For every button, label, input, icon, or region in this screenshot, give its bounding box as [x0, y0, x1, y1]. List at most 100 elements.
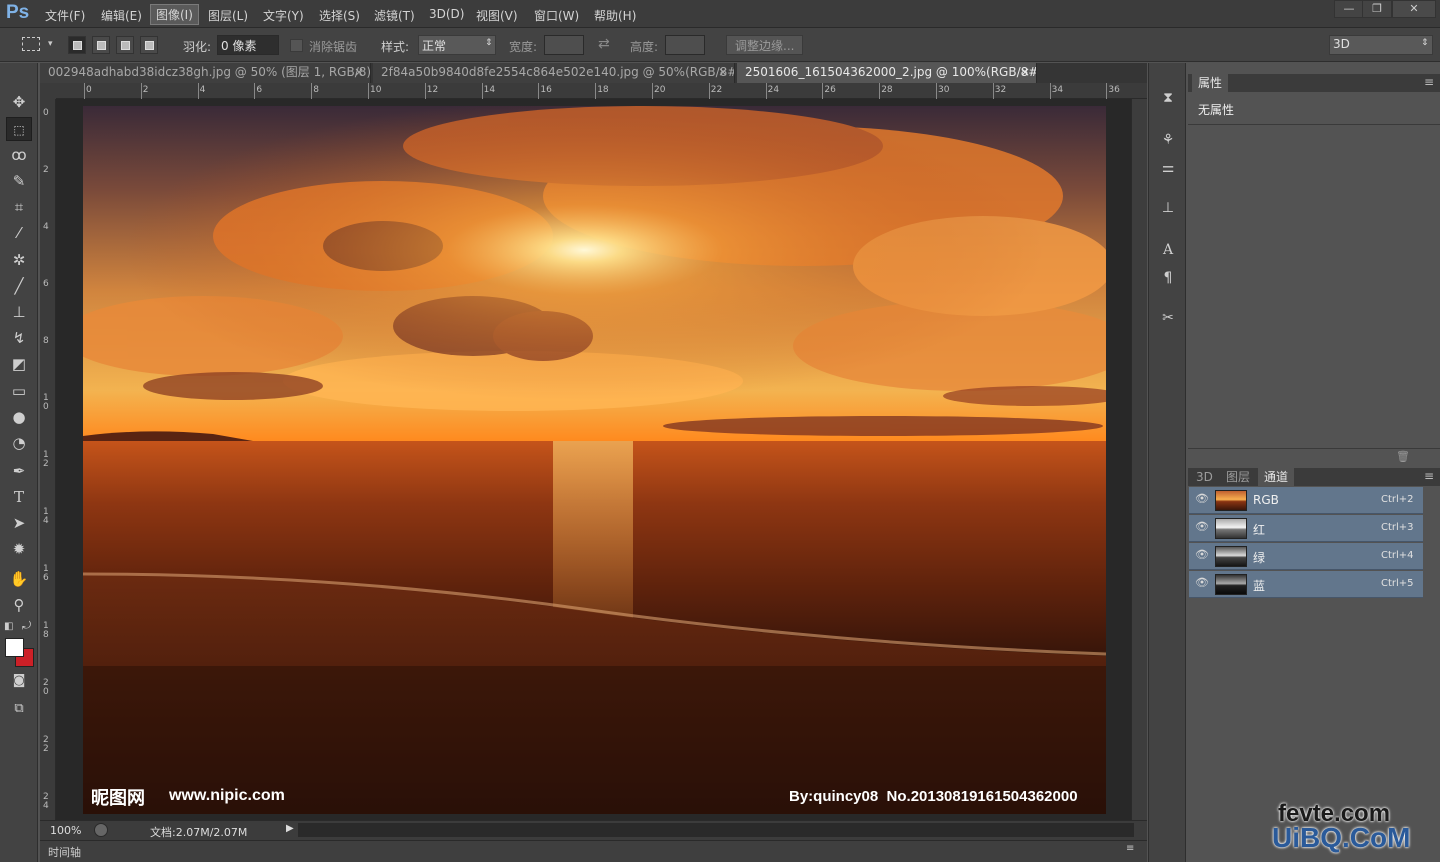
- paragraph-panel-icon[interactable]: ¶: [1157, 267, 1179, 289]
- timeline-tab[interactable]: 时间轴: [48, 844, 81, 860]
- history-brush-tool-icon[interactable]: ↯: [6, 326, 32, 350]
- clone-stamp-tool-icon[interactable]: ⊥: [6, 300, 32, 324]
- vertical-ruler[interactable]: 0 2 4 6 8 10 12 14 16 18 20 22 24: [40, 99, 56, 820]
- close-tab-icon[interactable]: ×: [1020, 63, 1030, 82]
- swap-icon[interactable]: ⇄: [598, 36, 610, 52]
- tab-3d[interactable]: 3D: [1190, 468, 1219, 486]
- path-selection-tool-icon[interactable]: ➤: [6, 511, 32, 535]
- vertical-scrollbar[interactable]: [1131, 99, 1147, 820]
- channel-thumbnail: [1215, 574, 1247, 595]
- add-to-selection-icon[interactable]: [92, 36, 110, 54]
- brush-presets-icon[interactable]: ⚘: [1157, 129, 1179, 151]
- tab-layers[interactable]: 图层: [1220, 468, 1256, 486]
- lasso-tool-icon[interactable]: ꝏ: [6, 143, 32, 167]
- brush-tool-icon[interactable]: ╱: [6, 274, 32, 298]
- chevron-down-icon[interactable]: ▾: [48, 39, 53, 49]
- channel-row-green[interactable]: 👁 绿 Ctrl+4: [1189, 543, 1423, 570]
- character-panel-icon[interactable]: A: [1157, 239, 1179, 261]
- channel-row-blue[interactable]: 👁 蓝 Ctrl+5: [1189, 571, 1423, 598]
- default-colors-icon[interactable]: ◧: [4, 621, 13, 632]
- visibility-eye-icon[interactable]: 👁: [1195, 492, 1209, 505]
- close-tab-icon[interactable]: ×: [718, 63, 728, 82]
- close-tab-icon[interactable]: ×: [354, 63, 364, 82]
- visibility-eye-icon[interactable]: 👁: [1195, 548, 1209, 561]
- horizontal-scrollbar[interactable]: [298, 823, 1134, 837]
- brush-panel-icon[interactable]: ⚌: [1157, 157, 1179, 179]
- move-tool-icon[interactable]: ✥: [6, 90, 32, 114]
- panel-menu-icon[interactable]: ≡: [1126, 843, 1134, 854]
- document-tab-active[interactable]: 2501606_161504362000_2.jpg @ 100%(RGB/8#…: [737, 63, 1037, 83]
- eyedropper-tool-icon[interactable]: ⁄: [6, 221, 32, 245]
- menu-layer[interactable]: 图层(L): [203, 6, 253, 25]
- trash-icon[interactable]: 🗑: [1396, 450, 1410, 463]
- ruler-tick-label: 28: [881, 85, 893, 95]
- workspace-select[interactable]: 3D: [1329, 35, 1433, 55]
- tool-presets-icon[interactable]: ✂: [1157, 307, 1179, 329]
- healing-brush-tool-icon[interactable]: ✲: [6, 248, 32, 272]
- ruler-tick: [481, 83, 483, 99]
- screen-mode-icon[interactable]: ⧉: [6, 697, 32, 721]
- menu-file[interactable]: 文件(F): [40, 6, 90, 25]
- quick-selection-tool-icon[interactable]: ✎: [6, 169, 32, 193]
- channel-row-red[interactable]: 👁 红 Ctrl+3: [1189, 515, 1423, 542]
- status-menu-arrow-icon[interactable]: ▶: [286, 823, 294, 834]
- restore-button[interactable]: ❐: [1362, 0, 1392, 18]
- quick-mask-icon[interactable]: ◙: [6, 669, 32, 693]
- menu-window[interactable]: 窗口(W): [529, 6, 584, 25]
- ruler-tick: [140, 83, 142, 99]
- swap-colors-icon[interactable]: ⤾: [22, 619, 31, 633]
- zoom-level[interactable]: 100%: [50, 824, 81, 837]
- menu-type[interactable]: 文字(Y): [258, 6, 309, 25]
- visibility-eye-icon[interactable]: 👁: [1195, 520, 1209, 533]
- crop-tool-icon[interactable]: ⌗: [6, 195, 32, 219]
- dodge-tool-icon[interactable]: ◔: [6, 431, 32, 455]
- visibility-eye-icon[interactable]: 👁: [1195, 576, 1209, 589]
- close-window-button[interactable]: ✕: [1392, 0, 1436, 18]
- menu-image[interactable]: 图像(I): [150, 4, 199, 25]
- intersect-selection-icon[interactable]: [140, 36, 158, 54]
- options-bar: ▾ 羽化: 0 像素 消除锯齿 样式: 正常 ⇕ 宽度: ⇄ 高度: 调整边缘.…: [0, 28, 1440, 62]
- minimize-button[interactable]: —: [1334, 0, 1364, 18]
- width-input[interactable]: [544, 35, 584, 55]
- foreground-color-swatch[interactable]: [5, 638, 24, 657]
- eraser-tool-icon[interactable]: ◩: [6, 352, 32, 376]
- history-panel-icon[interactable]: ⧗: [1157, 87, 1179, 109]
- antialias-checkbox[interactable]: [290, 39, 303, 52]
- tab-channels[interactable]: 通道: [1258, 468, 1295, 486]
- feather-input[interactable]: 0 像素: [217, 35, 279, 55]
- type-tool-icon[interactable]: T: [6, 485, 32, 509]
- pen-tool-icon[interactable]: ✒: [6, 459, 32, 483]
- share-icon[interactable]: [94, 823, 108, 837]
- gradient-tool-icon[interactable]: ▭: [6, 379, 32, 403]
- refine-edge-button[interactable]: 调整边缘...: [726, 35, 804, 55]
- marquee-tool-preset-icon[interactable]: [22, 37, 40, 51]
- panel-menu-icon[interactable]: ≡: [1424, 469, 1434, 483]
- menu-3d[interactable]: 3D(D): [424, 6, 469, 22]
- menu-select[interactable]: 选择(S): [314, 6, 365, 25]
- ruler-tick-label: 10: [370, 85, 382, 95]
- panel-menu-icon[interactable]: ≡: [1424, 75, 1434, 89]
- horizontal-ruler[interactable]: 0 2 4 6 8 10 12 14 16 18 20 22 24 26 28 30 32 34 36: [56, 83, 1147, 99]
- ruler-tick-label: 24: [43, 792, 49, 811]
- menu-view[interactable]: 视图(V): [471, 6, 523, 25]
- menu-filter[interactable]: 滤镜(T): [369, 6, 420, 25]
- width-label: 宽度:: [509, 40, 538, 54]
- tab-properties[interactable]: 属性: [1192, 74, 1229, 92]
- menu-edit[interactable]: 编辑(E): [96, 6, 147, 25]
- document-tab[interactable]: 002948adhabd38idcz38gh.jpg @ 50% (图层 1, …: [40, 63, 371, 83]
- custom-shape-tool-icon[interactable]: ✹: [6, 537, 32, 561]
- height-input[interactable]: [665, 35, 705, 55]
- document-tab[interactable]: 2f84a50b9840d8fe2554c864e502e140.jpg @ 5…: [373, 63, 735, 83]
- clone-source-icon[interactable]: ⊥: [1157, 197, 1179, 219]
- zoom-tool-icon[interactable]: ⚲: [6, 593, 32, 617]
- menu-help[interactable]: 帮助(H): [589, 6, 641, 25]
- subtract-from-selection-icon[interactable]: [116, 36, 134, 54]
- document-image[interactable]: 昵图网 www.nipic.com By:quincy08 No.2013081…: [83, 106, 1106, 814]
- blur-tool-icon[interactable]: ●: [6, 405, 32, 429]
- new-selection-icon[interactable]: [68, 36, 86, 54]
- ruler-corner[interactable]: [40, 83, 56, 99]
- hand-tool-icon[interactable]: ✋: [6, 567, 32, 591]
- document-info[interactable]: 文档:2.07M/2.07M: [150, 824, 247, 840]
- marquee-tool-icon[interactable]: ⬚: [6, 117, 32, 141]
- channel-row-rgb[interactable]: 👁 RGB Ctrl+2: [1189, 487, 1423, 514]
